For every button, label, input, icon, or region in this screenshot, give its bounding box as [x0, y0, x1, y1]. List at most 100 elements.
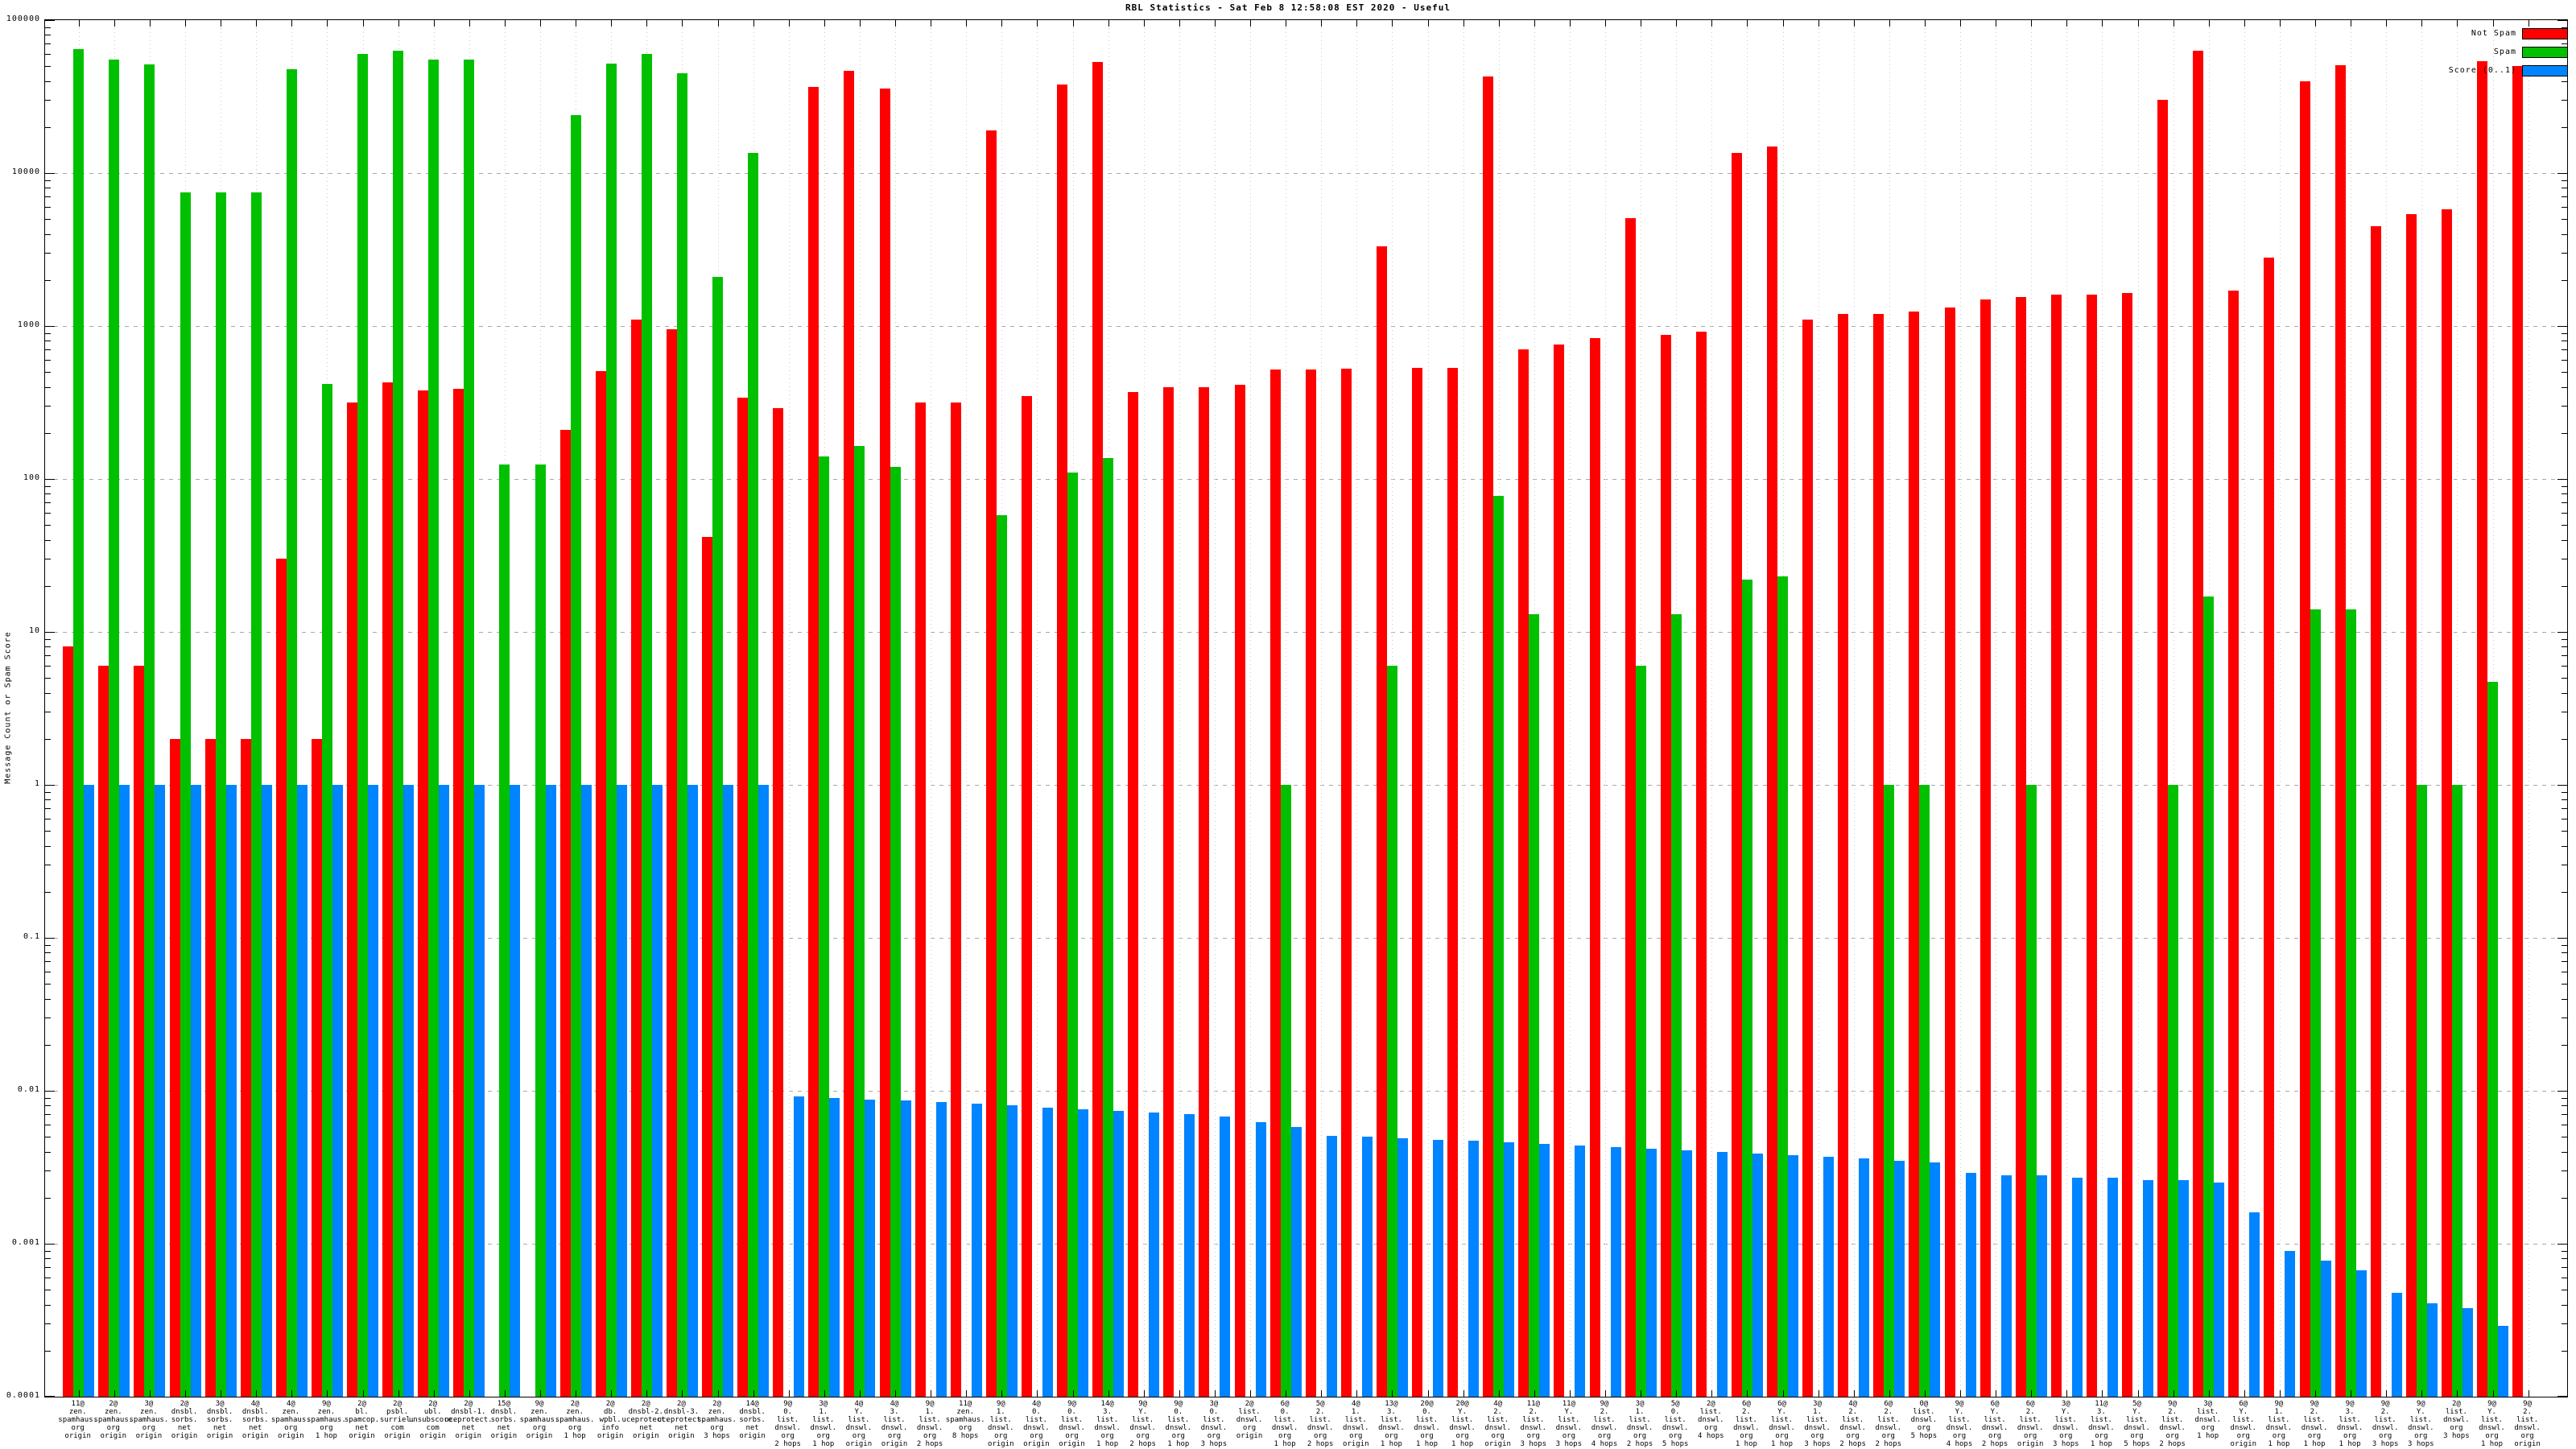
y-minor-tick — [2562, 219, 2567, 221]
bar-not-spam — [1767, 146, 1777, 1397]
x-group-label-line: dnswl. — [1236, 1416, 1263, 1424]
bar-spam — [1493, 495, 1505, 1397]
x-gridline — [1711, 20, 1713, 1397]
bar-score-0-1- — [971, 1104, 982, 1397]
x-group-label-line: org — [2520, 1432, 2534, 1440]
x-group-label-line: 1 hop — [564, 1432, 586, 1440]
x-group-label: 9@ 0. list. dnswl. org origin — [1059, 1400, 1085, 1448]
x-bottom-tick — [2208, 1390, 2210, 1397]
bar-not-spam — [2370, 225, 2381, 1397]
x-group-label-line: info — [601, 1424, 620, 1432]
x-group-label-line: origin — [2514, 1440, 2541, 1448]
x-bottom-tick — [1818, 1390, 1819, 1397]
x-group-label-line: list. — [2232, 1416, 2255, 1424]
x-bottom-tick — [504, 1390, 506, 1397]
y-minor-tick — [2562, 1097, 2567, 1099]
bar-score-0-1- — [1361, 1137, 1373, 1397]
x-group-label: 13@ 3. list. dnswl. org 1 hop — [1378, 1400, 1405, 1448]
x-group-label-line: 6@ — [1990, 1400, 2000, 1408]
x-top-tick — [859, 20, 861, 27]
x-group-label-line: list. — [1558, 1416, 1580, 1424]
x-group-label-line: Y. — [2416, 1408, 2425, 1416]
y-tick-label: 0.0001 — [6, 1391, 40, 1400]
x-top-tick — [1214, 20, 1216, 27]
x-group-label-line: origin — [349, 1432, 375, 1440]
x-group-label-line: origin — [206, 1432, 233, 1440]
x-group-label-line: 4@ — [1351, 1400, 1360, 1408]
x-group-label-line: origin — [1236, 1432, 1263, 1440]
y-minor-tick — [45, 891, 51, 893]
y-minor-tick — [2562, 799, 2567, 801]
bar-not-spam — [1731, 153, 1742, 1397]
y-minor-tick — [2562, 332, 2567, 334]
bar-score-0-1- — [439, 785, 450, 1397]
bar-not-spam — [311, 738, 322, 1397]
x-group-label-line: list. — [2054, 1416, 2077, 1424]
y-major-tick — [45, 479, 55, 480]
x-group-label-line: dnswl. — [845, 1424, 873, 1432]
x-top-tick — [114, 20, 115, 27]
y-minor-tick — [45, 80, 51, 82]
y-minor-tick — [45, 360, 51, 361]
x-gridline — [1853, 20, 1855, 1397]
x-group-label-line: dnswl. — [774, 1424, 801, 1432]
x-bottom-tick — [2421, 1390, 2423, 1397]
x-group-label-line: 3. — [1386, 1408, 1396, 1416]
bar-score-0-1- — [403, 785, 415, 1397]
x-group-label-line: sorbs. — [171, 1416, 198, 1424]
x-group-label-line: org — [532, 1424, 547, 1432]
x-group-label-line: 1 hop — [1451, 1440, 1474, 1448]
x-top-tick — [1534, 20, 1535, 27]
bar-spam — [2416, 785, 2427, 1397]
x-bottom-tick — [1534, 1390, 1535, 1397]
x-top-tick — [1498, 20, 1500, 27]
x-group-label-line: org — [1775, 1432, 1789, 1440]
y-minor-tick — [45, 233, 51, 235]
x-gridline — [1569, 20, 1571, 1397]
bar-score-0-1- — [1433, 1139, 1443, 1397]
bar-score-0-1- — [2426, 1302, 2438, 1397]
x-group-label-line: list. — [848, 1416, 870, 1424]
bar-score-0-1- — [1504, 1142, 1515, 1397]
x-group-label-line: dnsbl. — [739, 1408, 766, 1416]
x-group-label-line: 9@ — [925, 1400, 935, 1408]
x-group-label-line: list. — [1593, 1416, 1616, 1424]
x-group-label-line: dnswl. — [1484, 1424, 1511, 1432]
x-group-label-line: org — [1952, 1432, 1967, 1440]
x-group-label-line: org — [142, 1424, 156, 1432]
x-group-label-line: 1 hop — [2480, 1440, 2504, 1448]
x-bottom-tick — [2492, 1390, 2494, 1397]
x-bottom-tick — [2066, 1390, 2068, 1397]
x-bottom-tick — [469, 1390, 470, 1397]
y-minor-tick — [2562, 253, 2567, 254]
x-group-label-line: dnswl. — [1165, 1424, 1192, 1432]
x-group-label-line: org — [1491, 1432, 1505, 1440]
x-group-label-line: 4 hops — [1946, 1440, 1973, 1448]
x-group-label-line: 1 hop — [1274, 1440, 1296, 1448]
y-minor-tick — [2562, 655, 2567, 657]
x-top-tick — [469, 20, 470, 27]
bar-not-spam — [382, 382, 394, 1397]
x-bottom-tick — [753, 1390, 754, 1397]
x-top-tick — [2102, 20, 2103, 27]
bar-spam — [2451, 785, 2462, 1397]
bar-not-spam — [2405, 213, 2417, 1397]
bar-spam — [1386, 666, 1397, 1397]
y-tick-label: 1000 — [17, 320, 40, 329]
x-bottom-tick — [2386, 1390, 2388, 1397]
x-group-label-line: 2 hops — [916, 1440, 943, 1448]
y-major-tick — [2557, 938, 2567, 939]
x-group-label-line: origin — [455, 1432, 482, 1440]
x-group-label-line: net — [745, 1424, 759, 1432]
x-group-label-line: origin — [242, 1432, 269, 1440]
y-minor-tick — [2562, 1250, 2567, 1252]
y-minor-tick — [2562, 196, 2567, 198]
x-group-label-line: 15@ — [497, 1400, 511, 1408]
x-group-label-line: sorbs. — [206, 1416, 233, 1424]
bar-not-spam — [2086, 295, 2097, 1397]
bar-not-spam — [347, 402, 357, 1397]
x-gridline — [1960, 20, 1961, 1397]
bar-score-0-1- — [1610, 1146, 1621, 1397]
x-bottom-tick — [1498, 1390, 1500, 1397]
x-group-label: 3@ zen. spamhaus. org origin — [130, 1400, 169, 1440]
